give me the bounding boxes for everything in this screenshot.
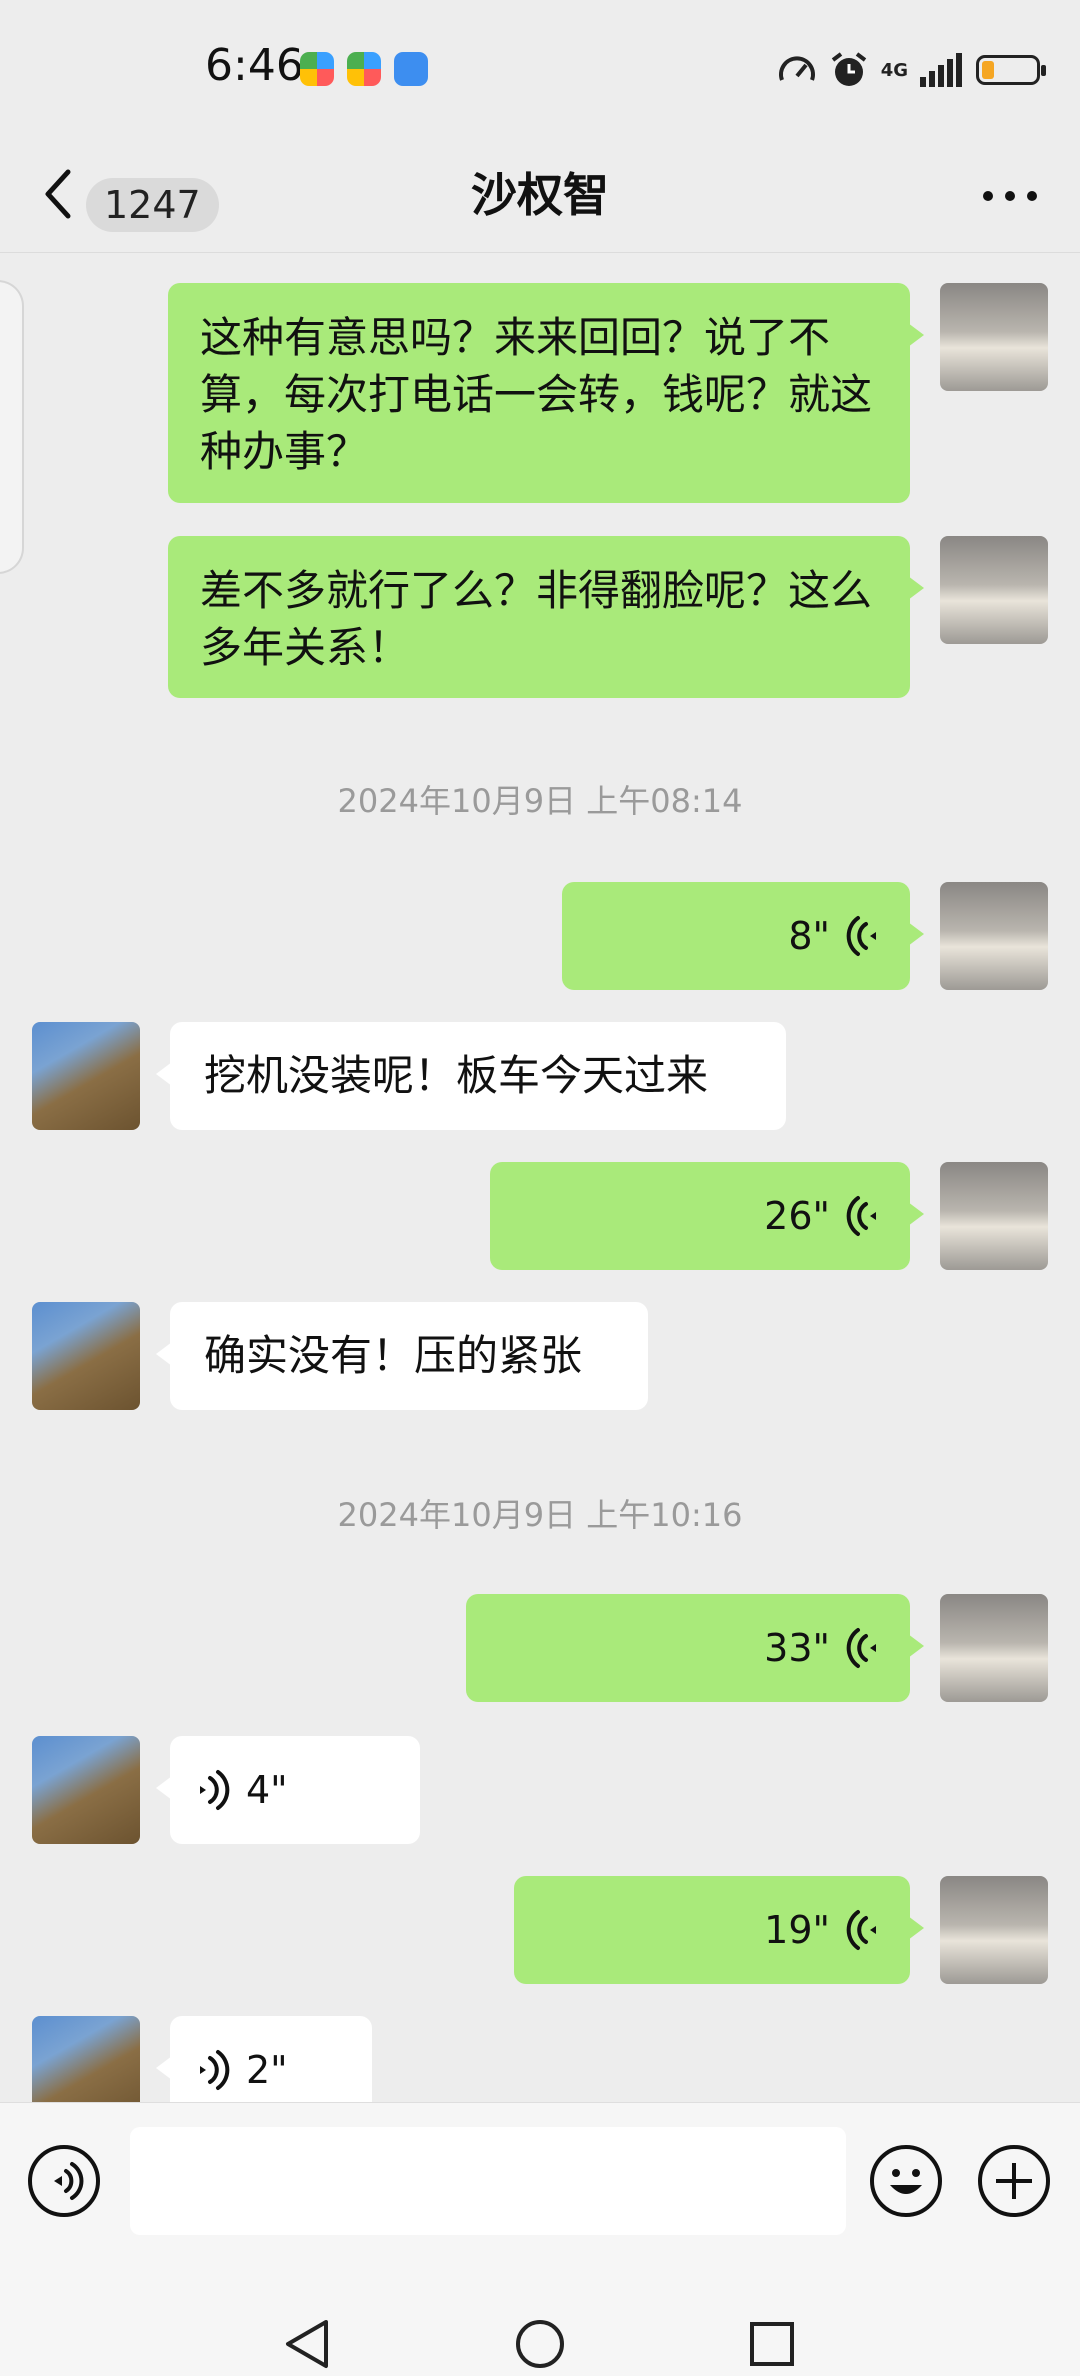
voice-message-sent[interactable]: 26" <box>490 1162 924 1270</box>
message-text: 差不多就行了么？非得翻脸呢？这么多年关系！ <box>200 566 873 672</box>
voice-duration: 26" <box>764 1193 830 1238</box>
message-timestamp: 2024年10月9日 上午08:14 <box>337 782 743 820</box>
voice-duration: 2" <box>246 2047 288 2092</box>
message-bubble-received[interactable]: 确实没有！压的紧张 <box>156 1302 648 1410</box>
voice-wave-icon <box>846 1910 876 1950</box>
voice-duration: 33" <box>764 1625 830 1670</box>
alarm-icon <box>831 52 866 86</box>
my-avatar[interactable] <box>940 1594 1048 1702</box>
status-time: 6:46 <box>205 40 304 91</box>
chat-title: 沙权智 <box>471 168 609 222</box>
voice-wave-icon <box>846 1196 876 1236</box>
weather-icon <box>394 52 428 86</box>
signal-icon <box>920 53 962 87</box>
message-text: 这种有意思吗？来来回回？说了不算，每次打电话一会转，钱呢？就这种办事？ <box>200 313 873 476</box>
status-bar: 6:46 4G <box>0 0 1080 140</box>
chat-input-bar <box>0 2102 1080 2273</box>
my-avatar[interactable] <box>940 1876 1048 1984</box>
more-dots-icon[interactable] <box>980 186 1040 206</box>
side-drawer-handle[interactable] <box>0 280 24 574</box>
message-timestamp: 2024年10月9日 上午10:16 <box>337 1496 743 1534</box>
voice-wave-icon <box>846 1628 876 1668</box>
voice-message-sent[interactable]: 19" <box>514 1876 924 1984</box>
my-avatar[interactable] <box>940 1162 1048 1270</box>
nav-home-icon[interactable] <box>512 2316 568 2372</box>
voice-input-icon[interactable] <box>28 2145 100 2217</box>
message-bubble-sent[interactable]: 这种有意思吗？来来回回？说了不算，每次打电话一会转，钱呢？就这种办事？ <box>168 283 924 503</box>
voice-duration: 4" <box>246 1767 288 1812</box>
battery-icon <box>976 55 1046 85</box>
message-bubble-sent[interactable]: 差不多就行了么？非得翻脸呢？这么多年关系！ <box>168 536 924 698</box>
contact-avatar[interactable] <box>32 1302 140 1410</box>
plus-icon[interactable] <box>978 2145 1050 2217</box>
app-notification-icon <box>347 52 381 86</box>
contact-avatar[interactable] <box>32 1022 140 1130</box>
voice-duration: 19" <box>764 1907 830 1952</box>
my-avatar[interactable] <box>940 882 1048 990</box>
voice-message-sent[interactable]: 8" <box>562 882 924 990</box>
chat-header: 1247 沙权智 <box>0 140 1080 253</box>
network-type-label: 4G <box>880 59 908 81</box>
voice-wave-icon <box>200 2050 230 2090</box>
voice-message-received[interactable]: 4" <box>156 1736 420 1844</box>
nav-back-icon[interactable] <box>280 2316 336 2372</box>
message-text: 确实没有！压的紧张 <box>204 1331 583 1380</box>
voice-wave-icon <box>846 916 876 956</box>
message-text: 挖机没装呢！板车今天过来 <box>204 1051 709 1100</box>
app-notification-icon <box>300 52 334 86</box>
voice-duration: 8" <box>788 913 830 958</box>
voice-message-sent[interactable]: 33" <box>466 1594 924 1702</box>
message-bubble-received[interactable]: 挖机没装呢！板车今天过来 <box>156 1022 786 1130</box>
emoji-icon[interactable] <box>870 2145 942 2217</box>
voice-wave-icon <box>200 1770 230 1810</box>
contact-avatar[interactable] <box>32 1736 140 1844</box>
message-input[interactable] <box>130 2127 846 2235</box>
speed-icon <box>778 56 815 81</box>
system-nav-bar <box>0 2272 1080 2376</box>
nav-recents-icon[interactable] <box>744 2316 800 2372</box>
my-avatar[interactable] <box>940 283 1048 391</box>
my-avatar[interactable] <box>940 536 1048 644</box>
status-icons: 4G <box>777 46 1046 94</box>
